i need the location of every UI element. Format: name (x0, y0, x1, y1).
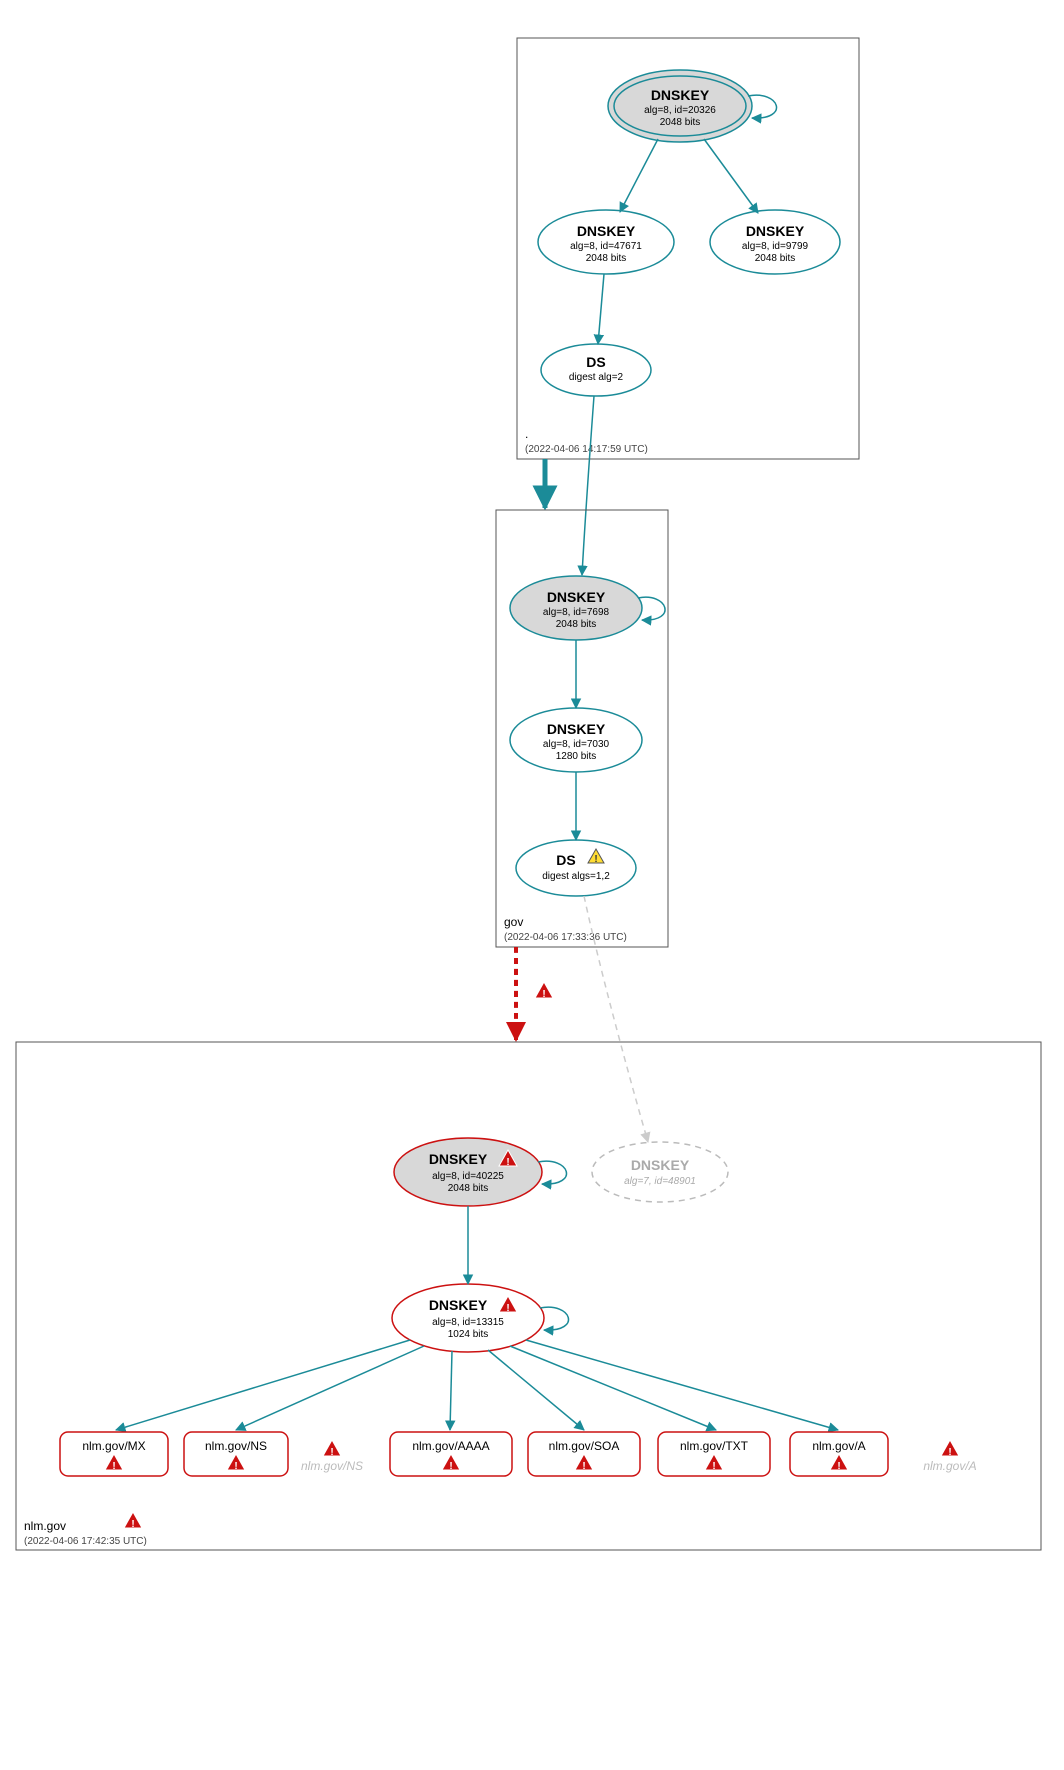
warning-icon: ! (941, 1440, 959, 1458)
svg-text:!: ! (542, 989, 545, 1000)
svg-text:!: ! (449, 1461, 452, 1472)
svg-text:DNSKEY: DNSKEY (429, 1151, 488, 1167)
svg-text:digest algs=1,2: digest algs=1,2 (542, 871, 610, 882)
svg-text:nlm.gov/A: nlm.gov/A (812, 1439, 865, 1453)
svg-text:alg=8, id=40225: alg=8, id=40225 (432, 1171, 504, 1182)
svg-text:2048 bits: 2048 bits (448, 1183, 489, 1194)
svg-text:2048 bits: 2048 bits (586, 253, 627, 264)
node-gov-ksk[interactable]: DNSKEY alg=8, id=7698 2048 bits (510, 576, 642, 640)
dnssec-graph: . (2022-04-06 14:17:59 UTC) DNSKEY alg=8… (0, 0, 1064, 1770)
svg-text:alg=8, id=9799: alg=8, id=9799 (742, 241, 809, 252)
svg-text:!: ! (582, 1461, 585, 1472)
node-nlm-ksk[interactable]: DNSKEY alg=8, id=40225 2048 bits ! (394, 1138, 542, 1206)
zone-gov: gov (2022-04-06 17:33:36 UTC) DNSKEY alg… (496, 510, 668, 947)
zone-gov-name: gov (504, 915, 523, 929)
svg-text:DNSKEY: DNSKEY (577, 223, 636, 239)
svg-text:alg=8, id=13315: alg=8, id=13315 (432, 1317, 504, 1328)
svg-text:alg=8, id=20326: alg=8, id=20326 (644, 105, 716, 116)
rr-ns[interactable]: nlm.gov/NS ! (184, 1432, 288, 1476)
svg-text:DNSKEY: DNSKEY (547, 721, 606, 737)
rr-txt[interactable]: nlm.gov/TXT ! (658, 1432, 770, 1476)
svg-text:2048 bits: 2048 bits (660, 117, 701, 128)
zone-gov-time: (2022-04-06 17:33:36 UTC) (504, 932, 627, 943)
svg-text:alg=8, id=7030: alg=8, id=7030 (543, 739, 610, 750)
svg-text:DNSKEY: DNSKEY (651, 87, 710, 103)
svg-text:alg=8, id=47671: alg=8, id=47671 (570, 241, 642, 252)
svg-text:!: ! (506, 1157, 509, 1168)
zone-nlm-name: nlm.gov (24, 1519, 66, 1533)
node-gov-ds[interactable]: DS digest algs=1,2 ! (516, 840, 636, 896)
svg-text:nlm.gov/AAAA: nlm.gov/AAAA (412, 1439, 489, 1453)
svg-text:DNSKEY: DNSKEY (547, 589, 606, 605)
rr-a-stale: ! nlm.gov/A (923, 1440, 976, 1473)
warning-icon: ! (535, 982, 553, 1000)
svg-text:nlm.gov/NS: nlm.gov/NS (205, 1439, 267, 1453)
svg-text:DNSKEY: DNSKEY (746, 223, 805, 239)
svg-text:!: ! (234, 1461, 237, 1472)
node-nlm-zsk[interactable]: DNSKEY alg=8, id=13315 1024 bits ! (392, 1284, 544, 1352)
rr-soa[interactable]: nlm.gov/SOA ! (528, 1432, 640, 1476)
svg-text:DNSKEY: DNSKEY (429, 1297, 488, 1313)
zone-root-time: (2022-04-06 14:17:59 UTC) (525, 444, 648, 455)
zone-root-name: . (525, 427, 528, 441)
svg-text:DS: DS (556, 852, 575, 868)
svg-text:digest alg=2: digest alg=2 (569, 372, 624, 383)
zone-nlm: nlm.gov (2022-04-06 17:42:35 UTC) ! DNSK… (16, 1042, 1041, 1550)
svg-text:!: ! (594, 854, 597, 865)
rr-a[interactable]: nlm.gov/A ! (790, 1432, 888, 1476)
node-nlm-old[interactable]: DNSKEY alg=7, id=48901 (592, 1142, 728, 1202)
rr-ns-stale: ! nlm.gov/NS (301, 1440, 363, 1473)
rr-aaaa[interactable]: nlm.gov/AAAA ! (390, 1432, 512, 1476)
svg-text:1280 bits: 1280 bits (556, 751, 597, 762)
svg-text:nlm.gov/MX: nlm.gov/MX (82, 1439, 145, 1453)
svg-text:2048 bits: 2048 bits (755, 253, 796, 264)
node-root-zsk2[interactable]: DNSKEY alg=8, id=9799 2048 bits (710, 210, 840, 274)
node-root-zsk1[interactable]: DNSKEY alg=8, id=47671 2048 bits (538, 210, 674, 274)
svg-text:nlm.gov/SOA: nlm.gov/SOA (549, 1439, 620, 1453)
svg-text:DS: DS (586, 354, 605, 370)
svg-text:nlm.gov/A: nlm.gov/A (923, 1459, 976, 1473)
warning-icon: ! (323, 1440, 341, 1458)
warning-icon: ! (124, 1512, 142, 1530)
svg-text:!: ! (131, 1519, 134, 1530)
svg-text:nlm.gov/TXT: nlm.gov/TXT (680, 1439, 749, 1453)
svg-text:!: ! (712, 1461, 715, 1472)
rr-mx[interactable]: nlm.gov/MX ! (60, 1432, 168, 1476)
svg-text:DNSKEY: DNSKEY (631, 1157, 690, 1173)
svg-text:alg=8, id=7698: alg=8, id=7698 (543, 607, 610, 618)
svg-text:!: ! (330, 1447, 333, 1458)
node-gov-zsk[interactable]: DNSKEY alg=8, id=7030 1280 bits (510, 708, 642, 772)
svg-text:!: ! (948, 1447, 951, 1458)
svg-text:alg=7, id=48901: alg=7, id=48901 (624, 1176, 696, 1187)
zone-nlm-time: (2022-04-06 17:42:35 UTC) (24, 1536, 147, 1547)
svg-text:!: ! (506, 1303, 509, 1314)
svg-text:!: ! (112, 1461, 115, 1472)
edge-root-ds-to-gov-ksk (582, 396, 594, 575)
zone-root: . (2022-04-06 14:17:59 UTC) DNSKEY alg=8… (517, 38, 859, 459)
node-root-ksk[interactable]: DNSKEY alg=8, id=20326 2048 bits (608, 70, 752, 142)
svg-text:nlm.gov/NS: nlm.gov/NS (301, 1459, 363, 1473)
svg-text:2048 bits: 2048 bits (556, 619, 597, 630)
svg-text:!: ! (837, 1461, 840, 1472)
svg-text:1024 bits: 1024 bits (448, 1329, 489, 1340)
node-root-ds[interactable]: DS digest alg=2 (541, 344, 651, 396)
